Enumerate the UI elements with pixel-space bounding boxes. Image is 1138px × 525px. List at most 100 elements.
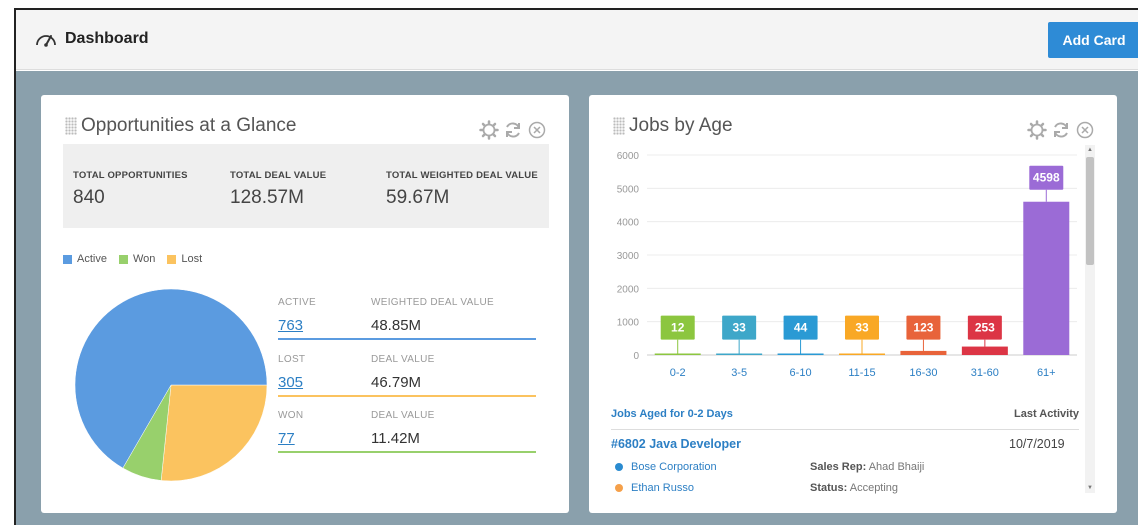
job-company-row: Bose Corporation <box>615 461 717 473</box>
legend-item-won[interactable]: Won <box>118 253 155 265</box>
stat-value: 59.67M <box>386 187 450 208</box>
won-count-link[interactable]: 77 <box>278 430 371 447</box>
contact-link[interactable]: Ethan Russo <box>631 482 694 494</box>
pie-slice-lost[interactable] <box>160 384 268 482</box>
data-label: 123 <box>913 321 933 335</box>
job-contact-row: Ethan Russo <box>615 482 694 494</box>
scroll-up-icon[interactable]: ▲ <box>1087 147 1093 153</box>
y-tick-label: 0 <box>633 351 639 362</box>
detail-labels: WON DEAL VALUE <box>278 410 536 421</box>
legend-swatch <box>63 254 72 264</box>
card-header: Jobs by Age <box>613 115 733 137</box>
gear-icon[interactable] <box>1027 120 1047 140</box>
sales-rep-label: Sales Rep: <box>810 461 867 473</box>
data-label: 33 <box>855 321 869 335</box>
data-label: 12 <box>671 321 685 335</box>
won-amount: 11.42M <box>371 430 420 447</box>
bar-0-2[interactable] <box>654 353 701 356</box>
opportunities-card: Opportunities at a Glance TOTAL OPPORTUN… <box>41 95 569 513</box>
detail-value-label: WEIGHTED DEAL VALUE <box>371 297 494 308</box>
detail-lost: LOST DEAL VALUE 305 46.79M <box>278 354 536 397</box>
lost-amount: 46.79M <box>371 374 422 391</box>
jobs-list-title: Jobs Aged for 0-2 Days <box>611 408 733 420</box>
bar-6-10[interactable] <box>777 353 824 356</box>
card-title: Jobs by Age <box>629 115 733 136</box>
stat-value: 128.57M <box>230 187 304 208</box>
stat-label: TOTAL DEAL VALUE <box>230 170 327 181</box>
bar-11-15[interactable] <box>839 353 885 356</box>
detail-active: ACTIVE WEIGHTED DEAL VALUE 763 48.85M <box>278 297 536 340</box>
legend-swatch <box>118 254 128 264</box>
x-tick-label[interactable]: 0-2 <box>670 367 686 379</box>
bar-16-30[interactable] <box>900 350 947 355</box>
drag-handle-icon[interactable] <box>65 117 77 135</box>
company-link[interactable]: Bose Corporation <box>631 461 717 473</box>
detail-value-label: DEAL VALUE <box>371 410 435 421</box>
job-title-link[interactable]: #6802 Java Developer <box>611 437 741 451</box>
add-card-button[interactable]: Add Card <box>1048 22 1138 58</box>
legend-item-lost[interactable]: Lost <box>167 253 202 265</box>
status-label: Status: <box>810 482 848 494</box>
scroll-down-icon[interactable]: ▼ <box>1087 485 1093 491</box>
card-title: Opportunities at a Glance <box>81 115 297 136</box>
detail-won: WON DEAL VALUE 77 11.42M <box>278 410 536 453</box>
bar-31-60[interactable] <box>961 346 1008 355</box>
top-bar: Dashboard Add Card <box>16 10 1138 70</box>
detail-status-label: ACTIVE <box>278 297 316 308</box>
y-tick-label: 5000 <box>617 184 640 195</box>
y-tick-label: 4000 <box>617 218 640 229</box>
detail-values: 305 46.79M <box>278 374 536 395</box>
x-tick-label[interactable]: 3-5 <box>731 367 747 379</box>
stat-value: 840 <box>73 187 105 208</box>
gear-icon[interactable] <box>479 120 499 140</box>
detail-value-label: DEAL VALUE <box>371 354 435 365</box>
jobs-list-header: Jobs Aged for 0-2 Days Last Activity <box>611 406 1079 430</box>
stat-label: TOTAL OPPORTUNITIES <box>73 170 188 181</box>
stat-total-opportunities: TOTAL OPPORTUNITIES 840 <box>73 170 188 209</box>
y-tick-label: 6000 <box>617 151 640 162</box>
drag-handle-icon[interactable] <box>613 117 625 135</box>
detail-labels: LOST DEAL VALUE <box>278 354 536 365</box>
stat-total-deal-value: TOTAL DEAL VALUE 128.57M <box>230 170 326 209</box>
card-tools <box>1027 120 1095 140</box>
x-tick-label[interactable]: 11-15 <box>848 367 875 379</box>
jobs-by-age-bar-chart: 0 1000 2000 3000 4000 5000 6000 12 0-2 33 3-5 44 6-1… <box>617 151 1077 379</box>
dashboard-window: Dashboard Add Card Opportunities at a Gl… <box>14 8 1138 525</box>
active-amount: 48.85M <box>371 317 422 334</box>
card-tools <box>479 120 547 140</box>
data-label: 33 <box>732 321 746 335</box>
x-tick-label[interactable]: 16-30 <box>909 367 937 379</box>
legend-label: Lost <box>181 253 203 265</box>
x-tick-label[interactable]: 6-10 <box>790 367 812 379</box>
bar-3-5[interactable] <box>716 353 763 356</box>
stat-label: TOTAL WEIGHTED DEAL VALUE <box>386 170 538 181</box>
refresh-icon[interactable] <box>503 120 523 140</box>
refresh-icon[interactable] <box>1051 120 1071 140</box>
contact-dot-icon <box>615 484 623 492</box>
legend-swatch <box>167 254 177 264</box>
close-icon[interactable] <box>527 120 547 140</box>
x-tick-label[interactable]: 31-60 <box>971 367 999 379</box>
detail-status-label: WON <box>278 410 304 421</box>
close-icon[interactable] <box>1075 120 1095 140</box>
lost-count-link[interactable]: 305 <box>278 374 371 391</box>
x-tick-label[interactable]: 61+ <box>1037 367 1056 379</box>
jobs-by-age-card: Jobs by Age 0 1000 2000 3000 4000 5000 6… <box>589 95 1117 513</box>
data-label: 253 <box>975 321 995 335</box>
status-value: Accepting <box>849 482 899 494</box>
detail-status-label: LOST <box>278 354 306 365</box>
detail-underline <box>278 395 536 397</box>
page-title: Dashboard <box>65 30 149 47</box>
dashboard-area: Opportunities at a Glance TOTAL OPPORTUN… <box>16 71 1138 525</box>
page-header: Dashboard <box>34 30 149 48</box>
bar-61+[interactable] <box>1023 201 1070 355</box>
active-count-link[interactable]: 763 <box>278 317 371 334</box>
detail-values: 763 48.85M <box>278 317 536 338</box>
data-label: 4598 <box>1033 171 1060 185</box>
card-scrollbar[interactable]: ▲ ▼ <box>1085 145 1095 493</box>
scroll-thumb[interactable] <box>1086 157 1094 265</box>
job-last-activity: 10/7/2019 <box>1009 437 1065 451</box>
opportunities-pie-chart <box>74 288 268 482</box>
legend-item-active[interactable]: Active <box>63 253 107 265</box>
card-header: Opportunities at a Glance <box>65 115 296 137</box>
